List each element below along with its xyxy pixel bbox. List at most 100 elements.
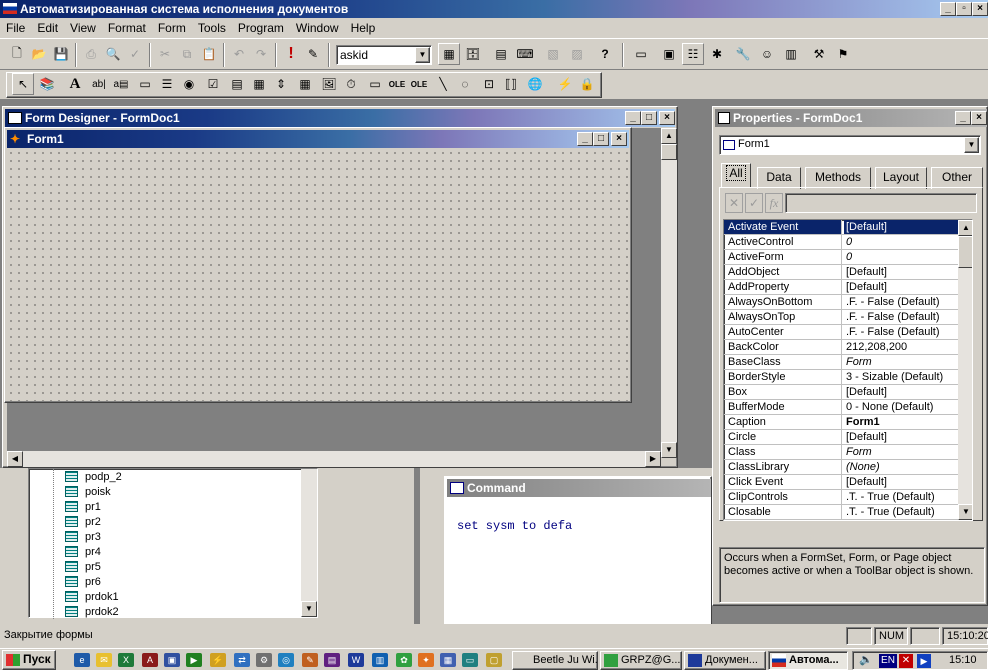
cancel-edit-icon[interactable]: ✕ xyxy=(725,193,743,213)
chart-app-icon[interactable]: ▦ xyxy=(440,653,456,667)
cut-icon[interactable]: ✂ xyxy=(154,43,176,65)
object-combo[interactable]: Form1 ▼ xyxy=(719,135,981,155)
list-item[interactable]: pr1 xyxy=(65,499,101,514)
property-row[interactable]: AddObject [Default] xyxy=(724,265,958,280)
accept-edit-icon[interactable]: ✓ xyxy=(745,193,763,213)
property-value[interactable]: [Default] xyxy=(844,475,958,489)
property-row[interactable]: Box [Default] xyxy=(724,385,958,400)
menu-format[interactable]: Format xyxy=(102,18,152,35)
property-row[interactable]: ActiveForm 0 xyxy=(724,250,958,265)
fd-minimize-button[interactable]: _ xyxy=(625,111,641,125)
task-button-beetle[interactable]: Beetle Ju Wi... xyxy=(512,651,598,670)
ie-icon[interactable]: e xyxy=(74,653,90,667)
paint-icon[interactable]: ✎ xyxy=(302,653,318,667)
word-icon[interactable]: W xyxy=(348,653,364,667)
form-control-icon[interactable]: ▦ xyxy=(438,43,460,65)
new-icon[interactable]: 🗋 xyxy=(6,43,28,65)
language-indicator[interactable]: EN xyxy=(879,654,897,668)
disk-icon[interactable]: ▣ xyxy=(164,653,180,667)
run-icon[interactable]: ! xyxy=(280,43,302,65)
property-value[interactable]: 212,208,200 xyxy=(844,340,958,354)
line-icon[interactable]: ╲ xyxy=(432,73,454,95)
scroll-right-arrow-icon[interactable]: ▶ xyxy=(645,451,661,467)
property-row[interactable]: BackColor 212,208,200 xyxy=(724,340,958,355)
color-palette-icon[interactable]: ▧ xyxy=(542,43,564,65)
property-row[interactable]: Caption Form1 xyxy=(724,415,958,430)
view-icon[interactable]: ▭ xyxy=(630,43,652,65)
layout2-icon[interactable]: ▥ xyxy=(780,43,802,65)
builder-icon[interactable]: ✱ xyxy=(706,43,728,65)
oleobject-icon[interactable]: OLE xyxy=(386,73,408,95)
wrench-icon[interactable]: 🔧 xyxy=(732,43,754,65)
scroll-up-arrow-icon[interactable]: ▲ xyxy=(661,128,677,144)
project-file-list[interactable]: podp_2 poisk pr1 pr2 pr3 pr4 pr5 pr6 prd… xyxy=(28,468,318,619)
menu-file[interactable]: File xyxy=(0,18,31,35)
tools-icon[interactable]: ⚙ xyxy=(256,653,272,667)
property-row[interactable]: ClipControls .T. - True (Default) xyxy=(724,490,958,505)
task-button-document[interactable]: Докумен... xyxy=(684,651,766,670)
app-restore-button[interactable]: ▫ xyxy=(956,2,972,16)
label-icon[interactable]: A xyxy=(64,73,86,95)
property-grid-scrollbar[interactable]: ▲ ▼ xyxy=(958,220,972,520)
desktop-icon[interactable]: ▭ xyxy=(462,653,478,667)
list-item[interactable]: prdok2 xyxy=(65,604,119,619)
network-icon[interactable]: ⇄ xyxy=(234,653,250,667)
volume-icon[interactable]: 🔈 xyxy=(859,653,873,666)
property-value[interactable]: [Default] xyxy=(844,385,958,399)
property-value[interactable]: [Default] xyxy=(844,430,958,444)
property-value[interactable]: 3 - Sizable (Default) xyxy=(844,370,958,384)
property-scroll-thumb[interactable] xyxy=(958,236,972,268)
flash-icon[interactable]: ⚡ xyxy=(210,653,226,667)
app-minimize-button[interactable]: _ xyxy=(940,2,956,16)
form1-design-grid[interactable] xyxy=(7,149,629,401)
list-item[interactable]: podp_2 xyxy=(65,469,122,484)
function-icon[interactable]: fx xyxy=(765,193,783,213)
browser-icon[interactable]: ◎ xyxy=(278,653,294,667)
menu-form[interactable]: Form xyxy=(152,18,192,35)
fd-horizontal-scrollbar[interactable]: ◀ ▶ xyxy=(7,451,661,467)
property-value[interactable]: .T. - True (Default) xyxy=(844,490,958,504)
start-button[interactable]: Пуск xyxy=(2,650,56,670)
checkbox-icon[interactable]: ☑ xyxy=(202,73,224,95)
property-value[interactable]: 0 xyxy=(844,235,958,249)
outlook-icon[interactable]: ✉ xyxy=(96,653,112,667)
property-row[interactable]: BufferMode 0 - None (Default) xyxy=(724,400,958,415)
prop-minimize-button[interactable]: _ xyxy=(955,111,971,125)
menu-view[interactable]: View xyxy=(64,18,102,35)
commandbutton-icon[interactable]: ▭ xyxy=(134,73,156,95)
property-row[interactable]: ActiveControl 0 xyxy=(724,235,958,250)
toolbox-icon[interactable]: ▣ xyxy=(658,43,680,65)
property-row[interactable]: Class Form xyxy=(724,445,958,460)
menu-tools[interactable]: Tools xyxy=(192,18,232,35)
grid-icon[interactable]: ▦ xyxy=(294,73,316,95)
property-row[interactable]: Click Event [Default] xyxy=(724,475,958,490)
command-title-bar[interactable]: Command xyxy=(447,479,711,497)
fd-vscroll-thumb[interactable] xyxy=(661,144,677,160)
database-combo[interactable]: askid ▼ xyxy=(336,45,432,65)
undo-icon[interactable]: ↶ xyxy=(228,43,250,65)
form1-title-bar[interactable]: ✦ Form1 _ □ × xyxy=(7,130,629,148)
fox-app-icon[interactable]: ✦ xyxy=(418,653,434,667)
app-title-bar[interactable]: Автоматизированная система исполнения до… xyxy=(0,0,988,18)
timer-icon[interactable]: ⏱ xyxy=(340,73,362,95)
property-row[interactable]: Closable .T. - True (Default) xyxy=(724,505,958,520)
list-item[interactable]: pr5 xyxy=(65,559,101,574)
form1-minimize-button[interactable]: _ xyxy=(577,132,593,146)
menu-edit[interactable]: Edit xyxy=(31,18,64,35)
spinner-icon[interactable]: ⇕ xyxy=(270,73,292,95)
list-item[interactable]: pr4 xyxy=(65,544,101,559)
properties-title-bar[interactable]: Properties - FormDoc1 _ × xyxy=(715,109,987,127)
run2-icon[interactable]: ⚑ xyxy=(832,43,854,65)
properties-window-icon[interactable]: ☷ xyxy=(682,43,704,65)
task-button-grpz[interactable]: GRPZ@G... xyxy=(600,651,682,670)
hyperlink-icon[interactable]: 🌐 xyxy=(524,73,546,95)
property-value[interactable]: (None) xyxy=(844,460,958,474)
property-row[interactable]: BaseClass Form xyxy=(724,355,958,370)
modify-icon[interactable]: ✎ xyxy=(302,43,324,65)
scroll-left-arrow-icon[interactable]: ◀ xyxy=(7,451,23,467)
shape-icon[interactable]: ◌ xyxy=(454,73,476,95)
pageframe-icon[interactable]: ▭ xyxy=(364,73,386,95)
properties-window[interactable]: Properties - FormDoc1 _ × Form1 ▼ All Da… xyxy=(712,106,988,606)
build-icon[interactable]: ⚒ xyxy=(808,43,830,65)
project-list-scrollbar[interactable]: ▼ xyxy=(301,469,317,617)
